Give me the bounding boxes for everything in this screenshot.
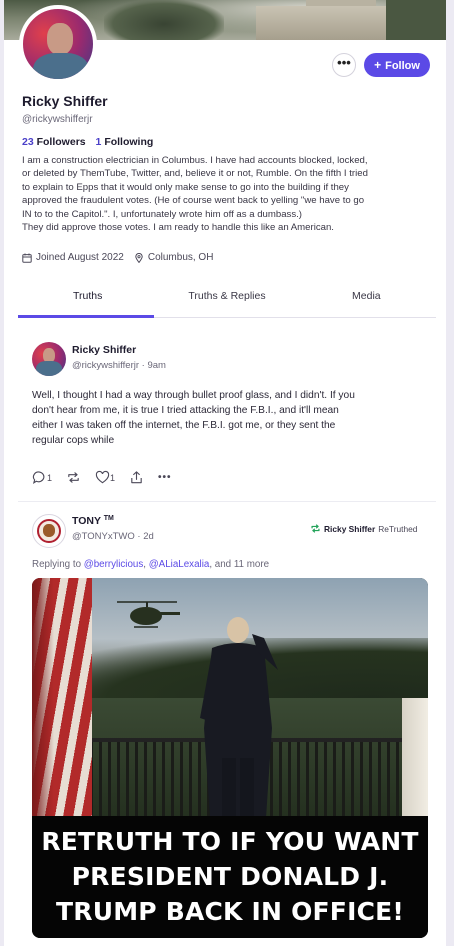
post-text: Well, I thought I had a way through bull… [32, 388, 424, 448]
heart-icon [95, 470, 110, 484]
active-tab-indicator [18, 315, 154, 318]
profile-bio: I am a construction electrician in Colum… [22, 154, 432, 234]
followers-count[interactable]: 23 [22, 136, 34, 148]
like-count: 1 [110, 472, 116, 483]
share-icon [131, 471, 142, 484]
followers-link[interactable]: Followers [37, 136, 86, 148]
replying-prefix: Replying to [32, 559, 82, 570]
profile-meta: Joined August 2022 Columbus, OH [22, 252, 213, 263]
caption-line: TRUMP BACK IN OFFICE! [56, 897, 404, 926]
tab-truths-and-replies[interactable]: Truths & Replies [157, 280, 296, 317]
caption-line: RETRUTH TO IF YOU WANT [41, 827, 419, 856]
location-pin-icon [135, 252, 143, 263]
more-options-button[interactable]: ••• [332, 53, 356, 77]
post[interactable]: Ricky Shiffer @rickywshifferjr · 9am Wel… [18, 330, 436, 502]
retruth-icon [68, 472, 79, 483]
post-author-name[interactable]: Ricky Shiffer [72, 344, 136, 356]
tab-media[interactable]: Media [297, 280, 436, 317]
replying-separator: , [143, 559, 146, 570]
mention-link[interactable]: @ALiaLexalia [149, 559, 210, 570]
tab-truths[interactable]: Truths [18, 280, 157, 317]
reply-count: 1 [47, 472, 53, 483]
profile-page: ••• + Follow Ricky Shiffer @rickywshiffer… [4, 0, 446, 946]
image-caption: RETRUTH TO IF YOU WANT PRESIDENT DONALD … [32, 816, 428, 938]
post-image[interactable]: RETRUTH TO IF YOU WANT PRESIDENT DONALD … [32, 578, 428, 938]
retruthed-by[interactable]: Ricky Shiffer [324, 524, 375, 534]
post-text-line: either I was taken off the internet, the… [32, 420, 336, 431]
profile-name: Ricky Shiffer [22, 93, 108, 109]
helicopter-shape [117, 601, 180, 628]
bio-line: approved the fraudulent votes. (He of co… [22, 195, 365, 207]
profile-stats: 23 Followers 1 Following [22, 136, 153, 148]
bio-line: or deleted by ThemTube, Twitter, and, be… [22, 168, 368, 180]
post-more-button[interactable]: ••• [158, 472, 172, 483]
post-author-avatar[interactable] [32, 514, 66, 548]
post-author-name[interactable]: TONY TM [72, 515, 114, 527]
retruth-icon [311, 524, 320, 533]
post[interactable]: TONY TM @TONYxTWO · 2d Ricky Shiffer ReT… [18, 506, 436, 946]
profile-tabs: Truths Truths & Replies Media [18, 280, 436, 318]
post-author-handle[interactable]: @rickywshifferjr · 9am [72, 360, 166, 371]
bio-line: to explain to Epps that it would only ma… [22, 181, 349, 193]
retruthed-indicator: Ricky Shiffer ReTruthed [310, 523, 417, 534]
location: Columbus, OH [147, 252, 214, 263]
bio-line: They did approve those votes. I am ready… [22, 222, 334, 234]
joined-date: Joined August 2022 [36, 252, 124, 263]
retruth-button[interactable] [66, 470, 81, 485]
bio-line: IN to to the Capitol.". I, unfortunately… [22, 208, 302, 220]
replying-more[interactable]: , and 11 more [209, 559, 269, 570]
like-button[interactable]: 1 [95, 470, 115, 485]
follow-label: Follow [385, 60, 420, 72]
profile-avatar[interactable] [19, 5, 97, 83]
trademark-mark: TM [103, 515, 114, 522]
post-author-avatar[interactable] [32, 342, 66, 376]
post-actions: 1 1 ••• [32, 470, 186, 485]
following-count[interactable]: 1 [96, 136, 102, 148]
share-button[interactable] [129, 470, 144, 485]
post-author-handle[interactable]: @TONYxTWO · 2d [72, 531, 154, 542]
calendar-icon [22, 253, 32, 263]
caption-line: PRESIDENT DONALD J. [71, 862, 389, 891]
reply-icon [32, 471, 45, 484]
post-text-line: regular cops while [32, 435, 115, 446]
post-text-line: don't hear from me, it is true I tried a… [32, 405, 339, 416]
bio-line: I am a construction electrician in Colum… [22, 155, 368, 166]
retruthed-label: ReTruthed [378, 523, 418, 534]
author-name-text: TONY [72, 515, 101, 527]
follow-button[interactable]: + Follow [364, 53, 430, 77]
profile-handle: @rickywshifferjr [22, 114, 93, 125]
mention-link[interactable]: @berrylicious [84, 559, 144, 570]
plus-icon: + [374, 58, 382, 72]
following-link[interactable]: Following [104, 136, 153, 148]
post-text-line: Well, I thought I had a way through bull… [32, 390, 355, 401]
reply-button[interactable]: 1 [32, 470, 52, 485]
replying-to: Replying to @berrylicious, @ALiaLexalia,… [32, 559, 269, 570]
saluting-figure [200, 617, 278, 818]
